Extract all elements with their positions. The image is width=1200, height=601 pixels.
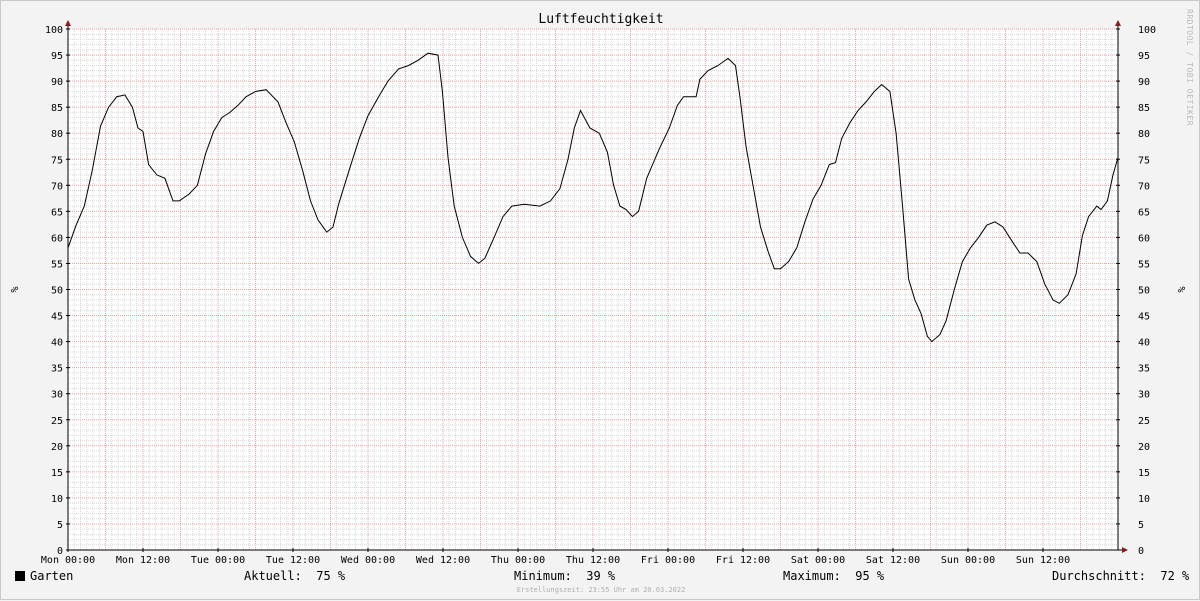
y-tick-label-left: 20: [51, 442, 63, 453]
y-tick-label-right: 40: [1138, 338, 1150, 349]
y-tick-label-left: 65: [51, 207, 63, 218]
y-tick-label-right: 5: [1138, 520, 1144, 531]
y-tick-label-right: 10: [1138, 494, 1150, 505]
x-tick-label: Wed 00:00: [341, 555, 395, 566]
y-tick-label-left: 60: [51, 233, 63, 244]
y-axis-label-left: %: [8, 286, 19, 292]
rrdtool-watermark: RRDTOOL / TOBI OETIKER: [1185, 9, 1194, 126]
y-tick-label-left: 25: [51, 416, 63, 427]
y-tick-label-left: 70: [51, 181, 63, 192]
x-tick-label: Tue 12:00: [266, 555, 320, 566]
y-tick-label-left: 80: [51, 129, 63, 140]
legend-series: Garten: [15, 569, 73, 583]
x-tick-label: Thu 12:00: [566, 555, 620, 566]
y-tick-label-left: 90: [51, 77, 63, 88]
y-tick-label-right: 60: [1138, 233, 1150, 244]
legend-swatch: [15, 571, 25, 581]
legend-series-label: Garten: [30, 569, 74, 583]
y-tick-label-right: 35: [1138, 364, 1150, 375]
y-tick-label-right: 50: [1138, 286, 1150, 297]
y-tick-label-right: 30: [1138, 390, 1150, 401]
y-tick-label-right: 75: [1138, 155, 1150, 166]
creation-time: Erstellungszeit: 23:55 Uhr am 20.03.2022: [516, 586, 686, 594]
x-tick-label: Sat 00:00: [791, 555, 845, 566]
legend-maximum: Maximum: 95 %: [783, 569, 885, 583]
x-tick-label: Fri 00:00: [641, 555, 695, 566]
y-tick-label-left: 15: [51, 468, 63, 479]
x-tick-label: Mon 00:00: [41, 555, 95, 566]
y-tick-label-right: 0: [1138, 546, 1144, 557]
graph-frame: 0 0 5 5 10 10 15 15 20 20 25 25 30 30 35 35 40 40 45 45 50 50…: [0, 0, 1200, 600]
y-tick-label-right: 70: [1138, 181, 1150, 192]
y-tick-label-right: 45: [1138, 312, 1150, 323]
y-tick-label-left: 50: [51, 286, 63, 297]
y-tick-label-left: 95: [51, 51, 63, 62]
x-axis-arrow: [1122, 547, 1128, 553]
x-tick-label: Mon 12:00: [116, 555, 170, 566]
x-tick-label: Sat 12:00: [866, 555, 920, 566]
y-tick-label-right: 80: [1138, 129, 1150, 140]
y-tick-label-left: 10: [51, 494, 63, 505]
y-tick-label-right: 15: [1138, 468, 1150, 479]
legend-durchschnitt: Durchschnitt: 72 %: [1052, 569, 1190, 583]
x-tick-label: Thu 00:00: [491, 555, 545, 566]
x-tick-label: Wed 12:00: [416, 555, 470, 566]
y-tick-label-left: 5: [57, 520, 63, 531]
y-tick-label-right: 85: [1138, 103, 1150, 114]
y-tick-label-right: 55: [1138, 259, 1150, 270]
y-tick-label-right: 25: [1138, 416, 1150, 427]
x-tick-label: Sun 12:00: [1016, 555, 1070, 566]
y-axis-label-right: %: [1175, 286, 1186, 292]
chart-svg: 0 05 510 1015 1520 2025 2530 3035 3540 4045 4550 50…: [8, 20, 1186, 566]
legend-minimum: Minimum: 39 %: [514, 569, 616, 583]
y-tick-label-right: 65: [1138, 207, 1150, 218]
y-tick-label-left: 75: [51, 155, 63, 166]
y-tick-label-left: 85: [51, 103, 63, 114]
y-tick-label-left: 45: [51, 312, 63, 323]
y-tick-label-right: 90: [1138, 77, 1150, 88]
x-tick-label: Tue 00:00: [191, 555, 245, 566]
y-tick-label-right: 20: [1138, 442, 1150, 453]
y-tick-label-left: 40: [51, 338, 63, 349]
x-tick-label: Sun 00:00: [941, 555, 995, 566]
x-tick-label: Fri 12:00: [716, 555, 770, 566]
chart-title: Luftfeuchtigkeit: [538, 12, 664, 27]
legend-aktuell: Aktuell: 75 %: [244, 569, 346, 583]
y-tick-label-left: 55: [51, 259, 63, 270]
y-tick-label-right: 95: [1138, 51, 1150, 62]
y-tick-label-left: 30: [51, 390, 63, 401]
y-tick-label-left: 35: [51, 364, 63, 375]
